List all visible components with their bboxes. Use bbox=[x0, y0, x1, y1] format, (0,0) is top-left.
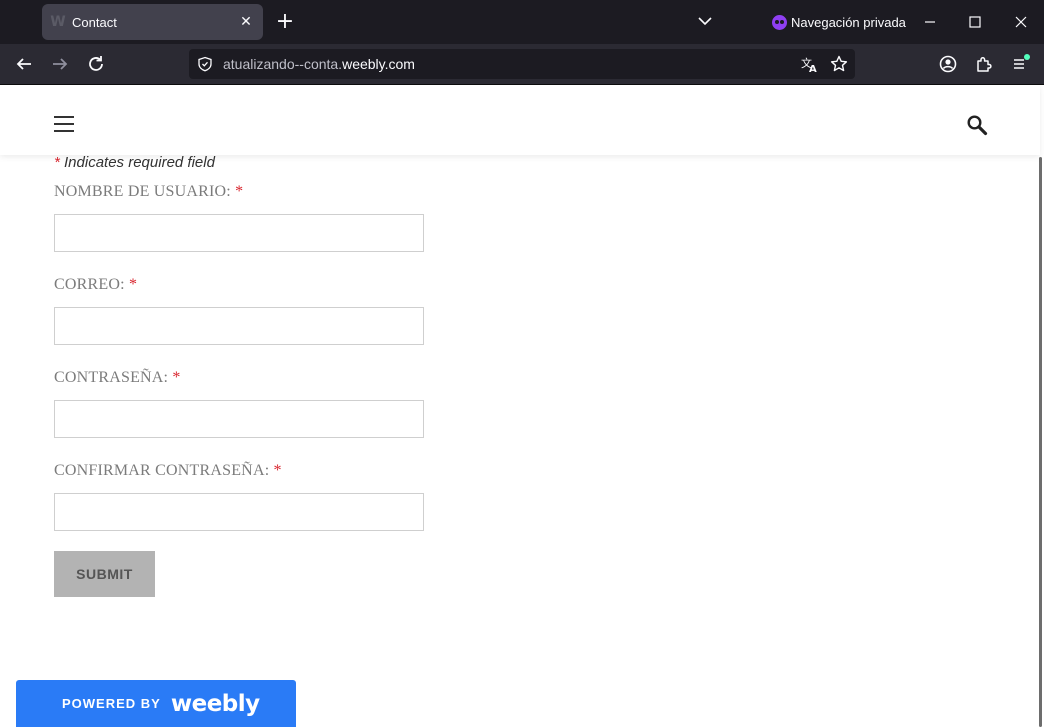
confirm-password-input[interactable] bbox=[54, 493, 424, 531]
url-bar[interactable]: atualizando--conta.weebly.com 文 A bbox=[189, 49, 855, 79]
back-arrow-icon[interactable] bbox=[12, 52, 36, 76]
hamburger-icon[interactable] bbox=[54, 116, 74, 132]
email-input[interactable] bbox=[54, 307, 424, 345]
browser-navbar: atualizando--conta.weebly.com 文 A bbox=[0, 44, 1044, 85]
username-label: NOMBRE DE USUARIO: * bbox=[54, 183, 244, 200]
private-browsing-label: Navegación privada bbox=[791, 14, 906, 30]
forward-arrow-icon[interactable] bbox=[48, 52, 72, 76]
web-page: * Indicates required field NOMBRE DE USU… bbox=[0, 85, 1044, 727]
powered-by-weebly-badge[interactable]: POWERED BY weebly bbox=[16, 680, 296, 727]
password-label: CONTRASEÑA: * bbox=[54, 369, 181, 386]
weebly-favicon-icon: W bbox=[50, 14, 66, 30]
search-icon[interactable] bbox=[966, 114, 988, 136]
account-icon[interactable] bbox=[936, 52, 960, 76]
site-header bbox=[0, 85, 1040, 155]
close-window-icon[interactable] bbox=[1009, 10, 1033, 34]
browser-titlebar: W Contact ✕ + Navegación privada bbox=[0, 0, 1044, 44]
bookmark-star-icon[interactable] bbox=[829, 54, 849, 74]
weebly-logo: weebly bbox=[170, 690, 260, 717]
page-scrollbar[interactable] bbox=[1039, 157, 1042, 727]
private-mask-icon bbox=[772, 14, 787, 30]
tab-title: Contact bbox=[72, 15, 117, 30]
reload-icon[interactable] bbox=[84, 52, 108, 76]
url-domain: weebly.com bbox=[342, 56, 415, 72]
new-tab-button[interactable]: + bbox=[272, 9, 298, 35]
powered-by-text: POWERED BY bbox=[62, 696, 161, 711]
translate-icon[interactable]: 文 A bbox=[801, 55, 819, 73]
email-label: CORREO: * bbox=[54, 276, 138, 293]
private-browsing-indicator: Navegación privada bbox=[772, 13, 906, 31]
password-input[interactable] bbox=[54, 400, 424, 438]
submit-button[interactable]: SUBMIT bbox=[54, 551, 155, 597]
url-text[interactable]: atualizando--conta.weebly.com bbox=[223, 56, 415, 72]
browser-tab[interactable]: W Contact ✕ bbox=[42, 4, 263, 40]
minimize-icon[interactable] bbox=[918, 10, 942, 34]
extensions-puzzle-icon[interactable] bbox=[972, 52, 996, 76]
url-subdomain: atualizando--conta. bbox=[223, 56, 343, 72]
svg-text:A: A bbox=[809, 64, 817, 73]
close-tab-icon[interactable]: ✕ bbox=[237, 13, 255, 31]
chevron-down-icon[interactable] bbox=[694, 10, 716, 32]
required-note-text: Indicates required field bbox=[59, 154, 215, 171]
confirm-password-label: CONFIRMAR CONTRASEÑA: * bbox=[54, 462, 282, 479]
app-menu-button[interactable] bbox=[1008, 52, 1032, 76]
username-input[interactable] bbox=[54, 214, 424, 252]
required-field-note: * Indicates required field bbox=[54, 154, 215, 171]
maximize-icon[interactable] bbox=[963, 10, 987, 34]
update-dot-icon bbox=[1024, 54, 1030, 60]
shield-icon[interactable] bbox=[197, 56, 213, 72]
